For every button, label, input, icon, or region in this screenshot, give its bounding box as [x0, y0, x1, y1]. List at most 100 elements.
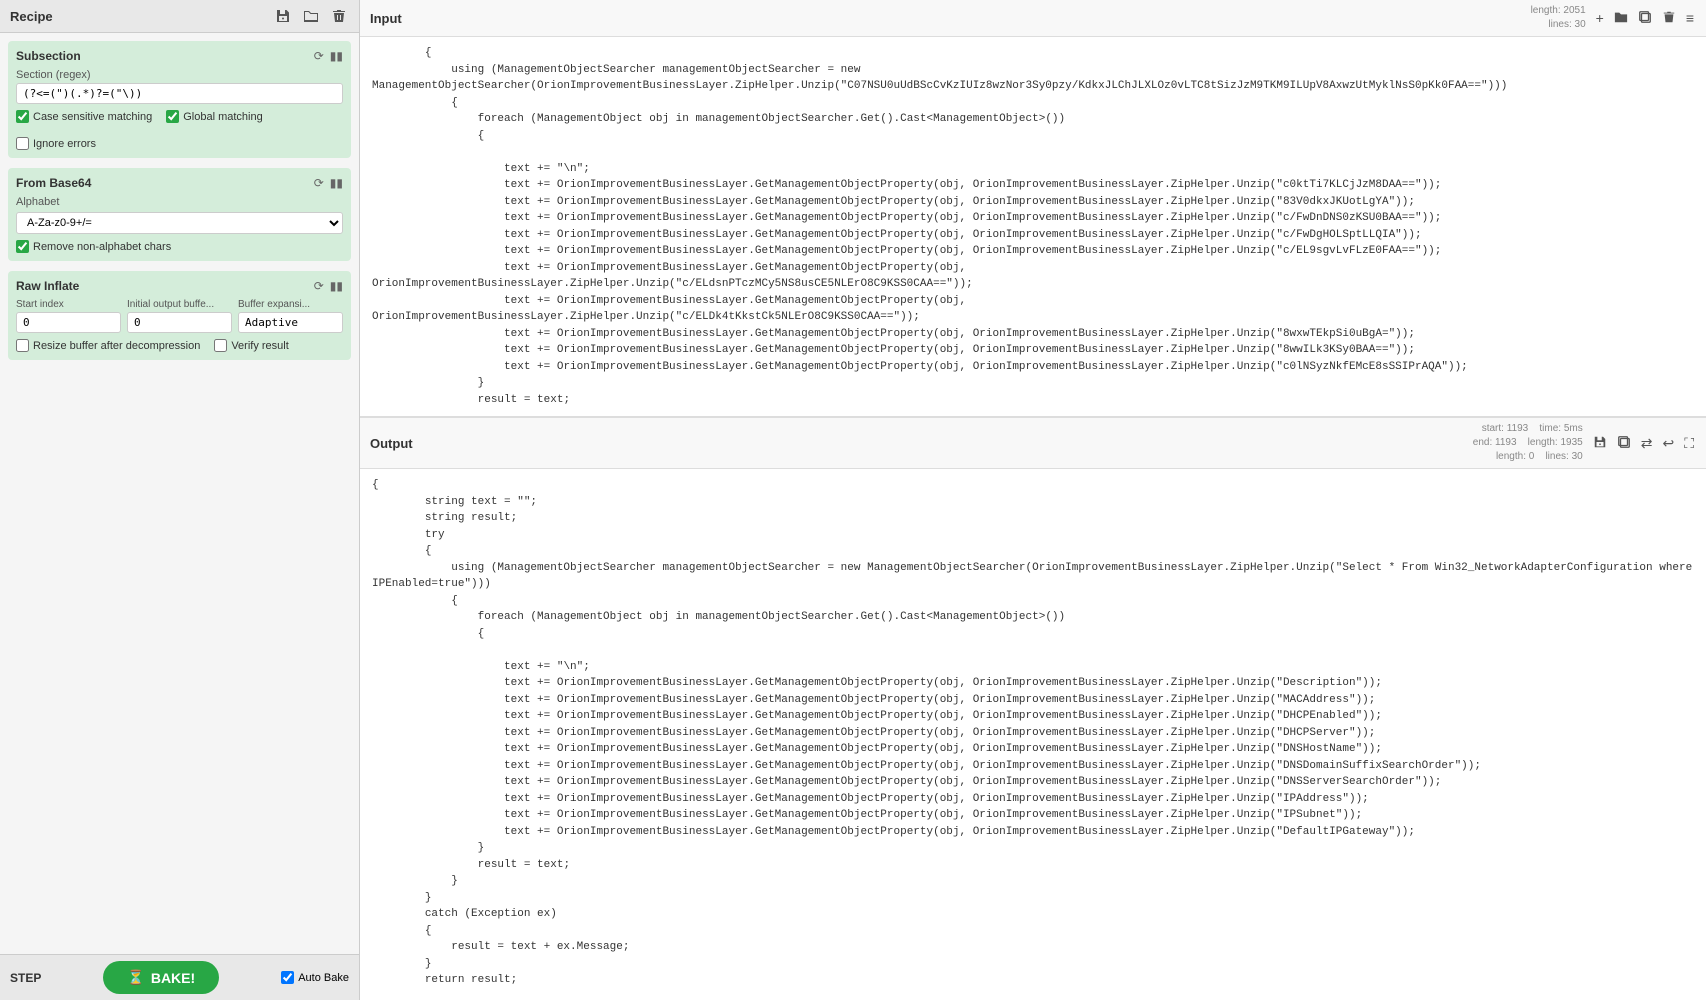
raw-inflate-header: Raw Inflate ⟳ ▮▮: [16, 279, 343, 293]
input-add-button[interactable]: +: [1594, 8, 1606, 28]
bake-icon: ⏳: [127, 969, 144, 986]
resize-buffer-checkbox[interactable]: [16, 339, 29, 352]
remove-nonalpha-checkbox[interactable]: [16, 240, 29, 253]
from-base64-pause-btn[interactable]: ▮▮: [330, 176, 343, 190]
output-save-button[interactable]: [1591, 433, 1609, 454]
bake-label: BAKE!: [151, 970, 195, 986]
raw-inflate-checkboxes: Resize buffer after decompression Verify…: [16, 339, 343, 352]
alphabet-label: Alphabet: [16, 196, 343, 208]
folder-button[interactable]: [301, 6, 321, 26]
case-sensitive-checkbox[interactable]: [16, 110, 29, 123]
output-start-value: 1193: [1507, 423, 1529, 434]
auto-bake-area: Auto Bake: [281, 971, 349, 984]
subsection-block: Subsection ⟳ ▮▮ Section (regex) Case sen…: [8, 41, 351, 158]
input-menu-button[interactable]: ≡: [1684, 8, 1696, 28]
recipe-toolbar: [273, 6, 349, 26]
raw-inflate-pause-btn[interactable]: ▮▮: [330, 279, 343, 293]
initial-output-input[interactable]: [127, 312, 232, 333]
start-index-label: Start index: [16, 299, 121, 310]
from-base64-block: From Base64 ⟳ ▮▮ Alphabet A-Za-z0-9+/= R…: [8, 168, 351, 261]
raw-inflate-block: Raw Inflate ⟳ ▮▮ Start index Initial out…: [8, 271, 351, 360]
global-matching-label: Global matching: [183, 111, 263, 123]
output-time-label: time:: [1539, 423, 1561, 434]
verify-result-checkbox[interactable]: [214, 339, 227, 352]
from-base64-controls: ⟳ ▮▮: [314, 176, 343, 190]
global-matching-checkbox[interactable]: [166, 110, 179, 123]
resize-buffer-text: Resize buffer after decompression: [33, 340, 200, 352]
input-stats: length: 2051 lines: 30: [1531, 4, 1586, 32]
recipe-content: Subsection ⟳ ▮▮ Section (regex) Case sen…: [0, 33, 359, 954]
output-stats: start: 1193 time: 5ms end: 1193 length: …: [1473, 422, 1583, 464]
alphabet-select[interactable]: A-Za-z0-9+/=: [16, 212, 343, 234]
case-sensitive-checkbox-label[interactable]: Case sensitive matching: [16, 110, 152, 123]
global-matching-checkbox-label[interactable]: Global matching: [166, 110, 263, 123]
output-section: Output start: 1193 time: 5ms end: 1193: [360, 418, 1706, 1000]
raw-inflate-controls: ⟳ ▮▮: [314, 279, 343, 293]
input-section: Input length: 2051 lines: 30 +: [360, 0, 1706, 418]
input-header-right: length: 2051 lines: 30 + ≡: [1531, 4, 1696, 32]
output-switch-button[interactable]: ⇄: [1639, 433, 1655, 454]
ignore-errors-checkbox-label[interactable]: Ignore errors: [16, 137, 96, 150]
raw-inflate-reset-btn[interactable]: ⟳: [314, 279, 324, 293]
output-start-label: start:: [1482, 423, 1504, 434]
output-length-short-label: length:: [1496, 451, 1526, 462]
left-panel: Recipe Subsection ⟳ ▮▮ Section (re: [0, 0, 360, 1000]
buffer-expansion-label: Buffer expansi...: [238, 299, 343, 310]
subsection-header: Subsection ⟳ ▮▮: [16, 49, 343, 63]
output-lines-label: lines:: [1545, 451, 1568, 462]
bottom-bar: STEP ⏳ BAKE! Auto Bake: [0, 954, 359, 1000]
step-label: STEP: [10, 971, 41, 985]
resize-buffer-label[interactable]: Resize buffer after decompression: [16, 339, 200, 352]
from-base64-header: From Base64 ⟳ ▮▮: [16, 176, 343, 190]
input-lines-value: 30: [1575, 19, 1586, 30]
subsection-pause-btn[interactable]: ▮▮: [330, 49, 343, 63]
output-length-label2: length:: [1528, 437, 1558, 448]
verify-result-text: Verify result: [231, 340, 288, 352]
section-regex-input[interactable]: [16, 83, 343, 104]
ignore-errors-checkbox[interactable]: [16, 137, 29, 150]
output-undo-button[interactable]: ↩: [1660, 433, 1676, 454]
initial-output-label: Initial output buffe...: [127, 299, 232, 310]
section-regex-label: Section (regex): [16, 69, 343, 81]
raw-inflate-fields: Start index Initial output buffe... Buff…: [16, 299, 343, 333]
output-title: Output: [370, 436, 413, 451]
from-base64-reset-btn[interactable]: ⟳: [314, 176, 324, 190]
input-copy-button[interactable]: [1636, 8, 1654, 29]
recipe-title: Recipe: [10, 9, 53, 24]
output-expand-button[interactable]: ⛶: [1682, 433, 1696, 454]
remove-nonalpha-text: Remove non-alphabet chars: [33, 241, 171, 253]
output-copy-button[interactable]: [1615, 433, 1633, 454]
input-folder-button[interactable]: [1612, 8, 1630, 29]
subsection-checkboxes: Case sensitive matching Global matching …: [16, 110, 343, 150]
output-time-value: 5ms: [1564, 423, 1583, 434]
remove-nonalpha-label[interactable]: Remove non-alphabet chars: [16, 240, 171, 253]
output-lines-value: 30: [1572, 451, 1583, 462]
output-end-value: 1193: [1495, 437, 1517, 448]
subsection-reset-btn[interactable]: ⟳: [314, 49, 324, 63]
output-length-short-value: 0: [1529, 451, 1535, 462]
output-header-right: start: 1193 time: 5ms end: 1193 length: …: [1473, 422, 1696, 464]
save-button[interactable]: [273, 6, 293, 26]
input-toolbar: + ≡: [1594, 8, 1696, 29]
raw-inflate-title: Raw Inflate: [16, 279, 79, 293]
auto-bake-checkbox[interactable]: [281, 971, 294, 984]
input-code-area[interactable]: { using (ManagementObjectSearcher manage…: [360, 37, 1706, 416]
from-base64-title: From Base64: [16, 176, 91, 190]
verify-result-label[interactable]: Verify result: [214, 339, 288, 352]
input-title: Input: [370, 11, 402, 26]
right-panel: Input length: 2051 lines: 30 +: [360, 0, 1706, 1000]
input-lines-label: lines:: [1548, 19, 1571, 30]
bake-button[interactable]: ⏳ BAKE!: [103, 961, 219, 994]
recipe-header: Recipe: [0, 0, 359, 33]
buffer-expansion-input[interactable]: [238, 312, 343, 333]
subsection-controls: ⟳ ▮▮: [314, 49, 343, 63]
output-length-value2: 1935: [1560, 437, 1582, 448]
input-length-label: length:: [1531, 5, 1561, 16]
delete-button[interactable]: [329, 6, 349, 26]
input-clear-button[interactable]: [1660, 8, 1678, 29]
output-code-area[interactable]: { string text = ""; string result; try {…: [360, 469, 1706, 1000]
start-index-input[interactable]: [16, 312, 121, 333]
ignore-errors-label: Ignore errors: [33, 138, 96, 150]
subsection-title: Subsection: [16, 49, 81, 63]
output-toolbar: ⇄ ↩ ⛶: [1591, 433, 1696, 454]
